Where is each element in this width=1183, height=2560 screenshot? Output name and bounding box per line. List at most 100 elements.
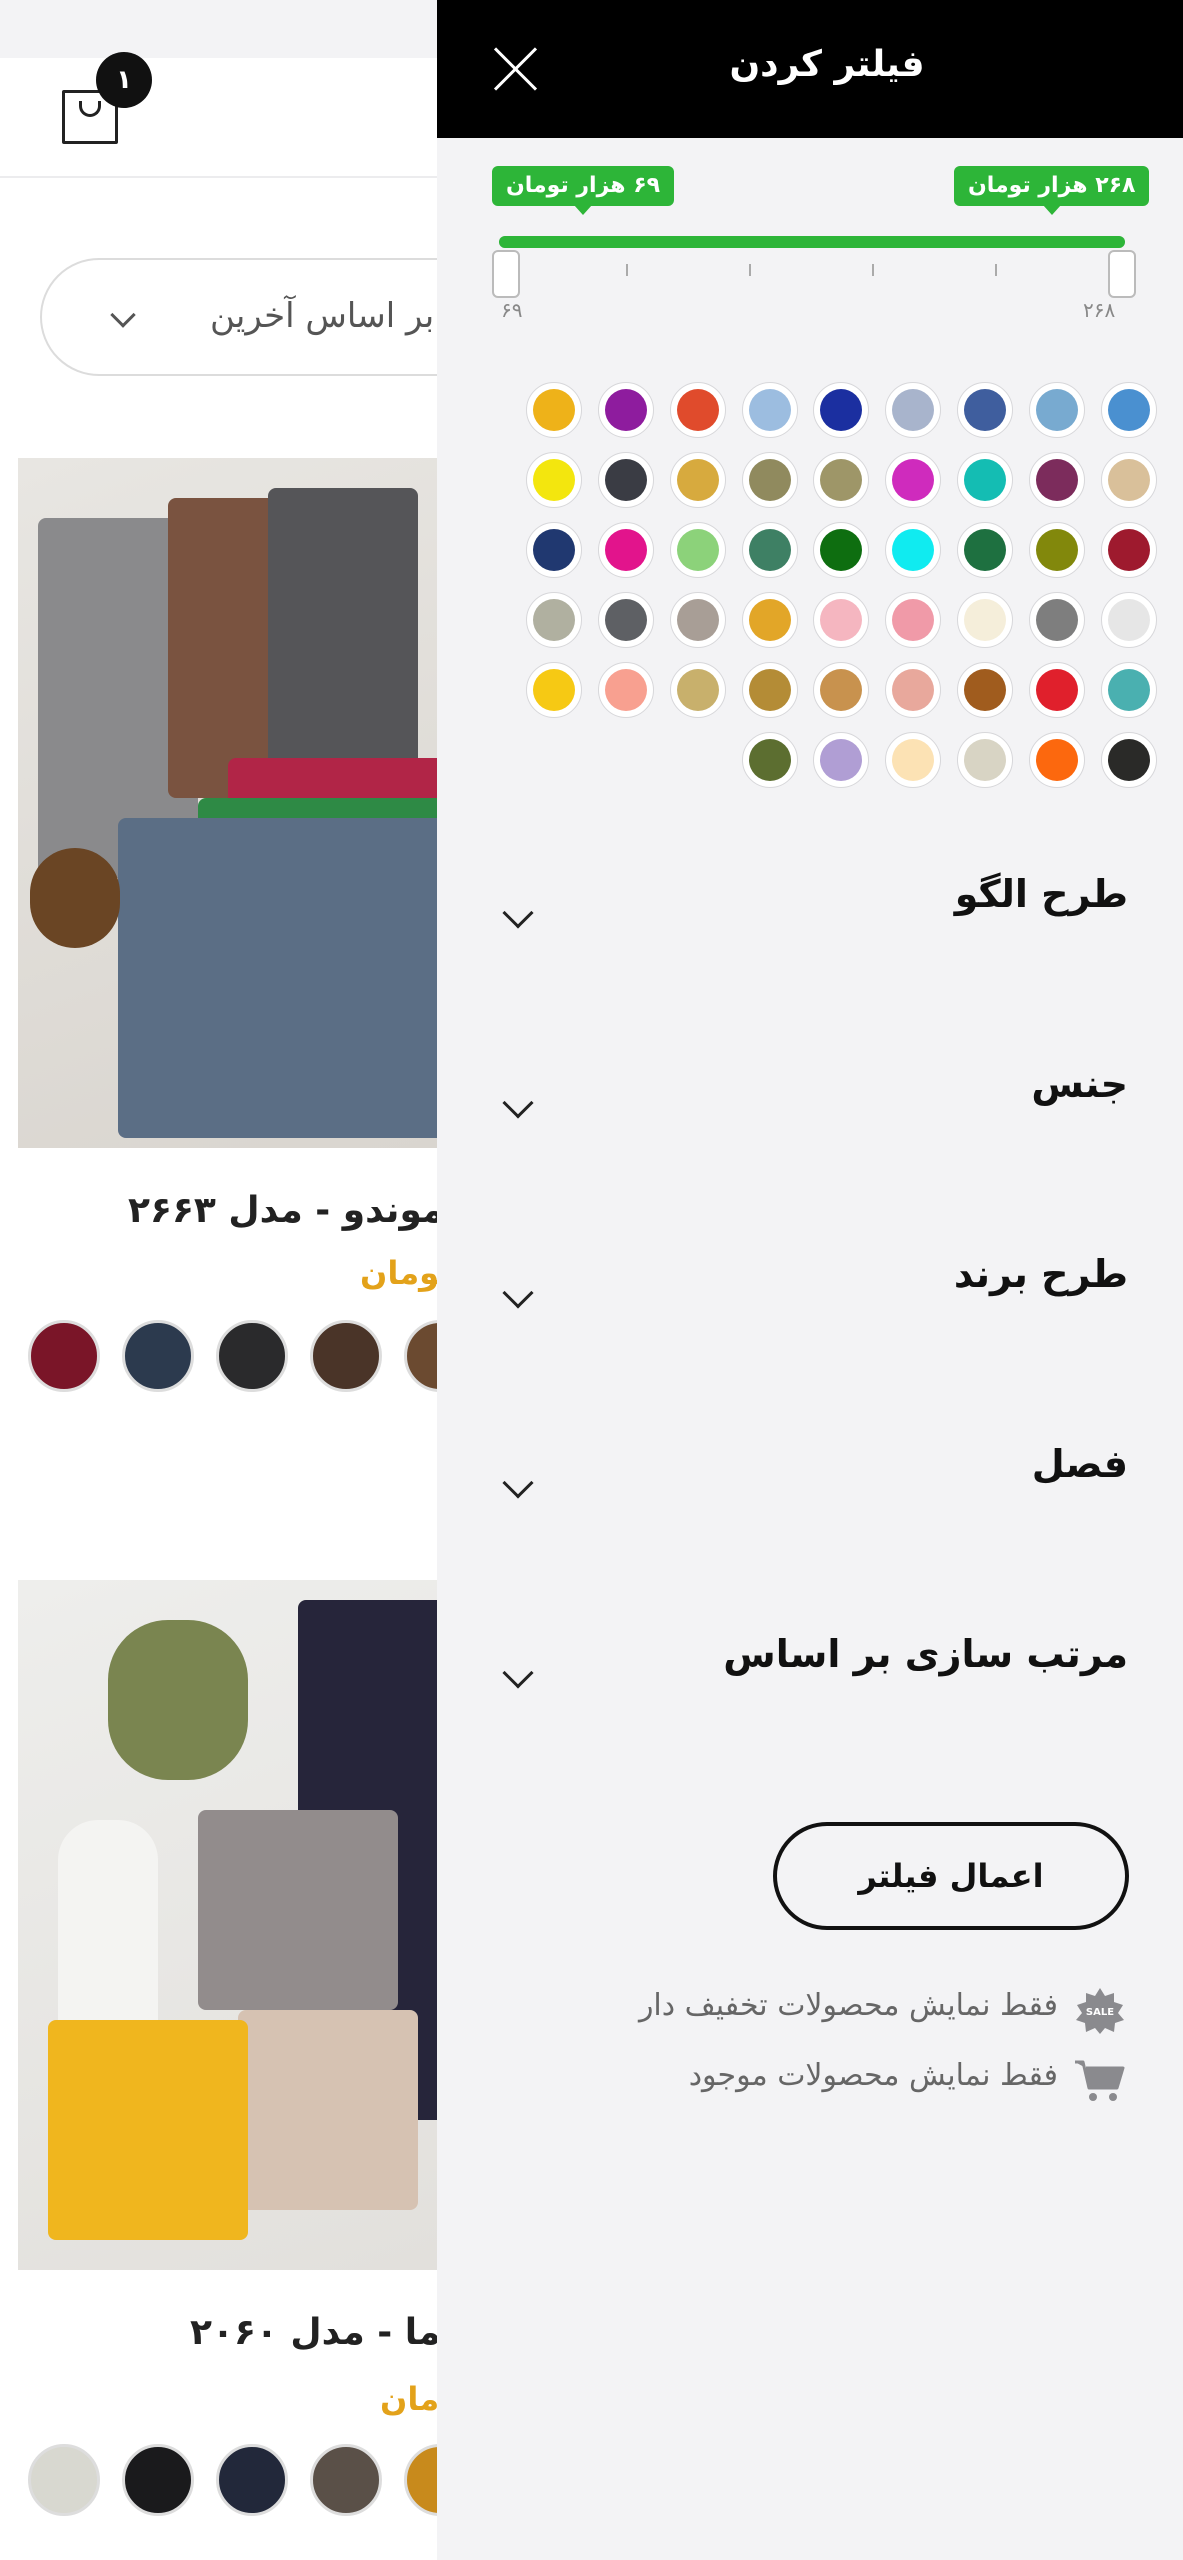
price-min-handle[interactable] [492, 250, 520, 298]
in-stock-only-toggle[interactable]: فقط نمایش محصولات موجود [437, 2056, 1183, 2106]
color-filter-swatch[interactable] [741, 662, 798, 718]
cart-count-badge: ۱ [96, 52, 152, 108]
color-filter-swatch[interactable] [669, 522, 726, 578]
color-filter-grid [517, 382, 1157, 788]
color-swatch[interactable] [28, 2444, 100, 2516]
accordion-label: طرح برند [953, 1252, 1128, 1296]
color-filter-swatch[interactable] [885, 382, 942, 438]
color-filter-swatch[interactable] [741, 382, 798, 438]
color-filter-swatch[interactable] [1101, 592, 1157, 648]
accordion-label: جنس [1031, 1062, 1128, 1106]
price-range-track[interactable] [499, 236, 1125, 248]
color-filter-swatch[interactable] [885, 522, 942, 578]
price-min-tag: ۶۹ هزار تومان [492, 166, 675, 215]
color-swatch[interactable] [310, 1320, 382, 1392]
chevron-down-icon [502, 1087, 534, 1119]
product-color-swatches [28, 2444, 476, 2516]
color-filter-swatch[interactable] [1029, 452, 1086, 508]
product-color-swatches [28, 1320, 476, 1392]
color-filter-swatch[interactable] [669, 592, 726, 648]
accordion-brand-design[interactable]: طرح برند [437, 1252, 1183, 1402]
range-min-value: ۶۹ [501, 298, 523, 322]
color-filter-swatch[interactable] [1101, 732, 1157, 788]
accordion-material[interactable]: جنس [437, 1062, 1183, 1212]
color-filter-swatch[interactable] [597, 592, 654, 648]
product-image[interactable] [18, 1580, 438, 2270]
range-tick [626, 264, 628, 276]
price-range-fill [499, 236, 1125, 248]
color-filter-swatch[interactable] [957, 662, 1014, 718]
color-filter-swatch[interactable] [525, 452, 582, 508]
color-filter-swatch[interactable] [1029, 732, 1086, 788]
color-filter-swatch[interactable] [957, 452, 1014, 508]
color-filter-swatch[interactable] [885, 732, 942, 788]
color-filter-swatch[interactable] [669, 662, 726, 718]
color-filter-swatch[interactable] [957, 382, 1014, 438]
accordion-pattern[interactable]: طرح الگو [437, 872, 1183, 1022]
color-filter-swatch[interactable] [597, 382, 654, 438]
color-filter-swatch[interactable] [1101, 382, 1157, 438]
color-filter-swatch[interactable] [885, 452, 942, 508]
svg-text:SALE: SALE [1086, 2007, 1114, 2018]
color-filter-swatch[interactable] [813, 732, 870, 788]
filter-panel: فیلتر کردن ۶۹ هزار تومان ۲۶۸ هزار تومان … [437, 0, 1183, 2560]
color-filter-swatch[interactable] [669, 452, 726, 508]
option-label: فقط نمایش محصولات تخفیف دار [638, 1988, 1058, 2023]
color-filter-swatch[interactable] [813, 592, 870, 648]
product-image[interactable] [18, 458, 438, 1148]
color-filter-swatch[interactable] [1101, 452, 1157, 508]
color-filter-swatch[interactable] [525, 662, 582, 718]
option-label: فقط نمایش محصولات موجود [688, 2058, 1058, 2093]
chevron-down-icon [502, 1277, 534, 1309]
price-max-handle[interactable] [1108, 250, 1136, 298]
color-filter-swatch[interactable] [813, 452, 870, 508]
color-filter-swatch[interactable] [597, 452, 654, 508]
color-filter-swatch[interactable] [525, 592, 582, 648]
color-filter-swatch[interactable] [597, 662, 654, 718]
accordion-label: طرح الگو [954, 872, 1128, 916]
color-filter-swatch[interactable] [1029, 382, 1086, 438]
color-filter-swatch[interactable] [1029, 522, 1086, 578]
color-filter-swatch[interactable] [525, 382, 582, 438]
apply-filter-button[interactable]: اعمال فیلتر [773, 1822, 1129, 1930]
color-swatch[interactable] [310, 2444, 382, 2516]
bag-icon [79, 101, 101, 117]
accordion-label: فصل [1031, 1442, 1128, 1486]
color-filter-swatch[interactable] [741, 452, 798, 508]
color-filter-swatch[interactable] [885, 662, 942, 718]
filter-panel-header: فیلتر کردن [437, 0, 1183, 138]
color-filter-swatch[interactable] [813, 522, 870, 578]
color-filter-swatch[interactable] [957, 592, 1014, 648]
color-filter-swatch[interactable] [741, 732, 798, 788]
sale-badge-icon: SALE [1076, 1988, 1124, 2034]
color-filter-swatch[interactable] [669, 382, 726, 438]
color-filter-swatch[interactable] [813, 662, 870, 718]
color-filter-swatch[interactable] [741, 522, 798, 578]
range-tick [995, 264, 997, 276]
color-filter-swatch[interactable] [1029, 592, 1086, 648]
color-swatch[interactable] [216, 2444, 288, 2516]
color-filter-swatch[interactable] [525, 522, 582, 578]
color-filter-swatch[interactable] [1101, 522, 1157, 578]
color-filter-swatch[interactable] [813, 382, 870, 438]
color-swatch[interactable] [216, 1320, 288, 1392]
color-filter-swatch[interactable] [597, 522, 654, 578]
color-swatch[interactable] [28, 1320, 100, 1392]
color-filter-swatch[interactable] [957, 732, 1014, 788]
color-swatch[interactable] [122, 1320, 194, 1392]
discount-only-toggle[interactable]: SALE فقط نمایش محصولات تخفیف دار [437, 1986, 1183, 2036]
cart-icon [1075, 2060, 1125, 2101]
accordion-season[interactable]: فصل [437, 1442, 1183, 1592]
range-tick [749, 264, 751, 276]
color-filter-swatch[interactable] [1029, 662, 1086, 718]
color-filter-swatch[interactable] [741, 592, 798, 648]
color-filter-swatch[interactable] [957, 522, 1014, 578]
range-tick [872, 264, 874, 276]
color-swatch[interactable] [122, 2444, 194, 2516]
chevron-down-icon [110, 302, 136, 328]
color-filter-swatch[interactable] [885, 592, 942, 648]
color-filter-swatch[interactable] [1101, 662, 1157, 718]
range-max-value: ۲۶۸ [1083, 298, 1116, 322]
accordion-sort-by[interactable]: مرتب سازی بر اساس [437, 1632, 1183, 1782]
close-icon[interactable] [491, 44, 541, 94]
